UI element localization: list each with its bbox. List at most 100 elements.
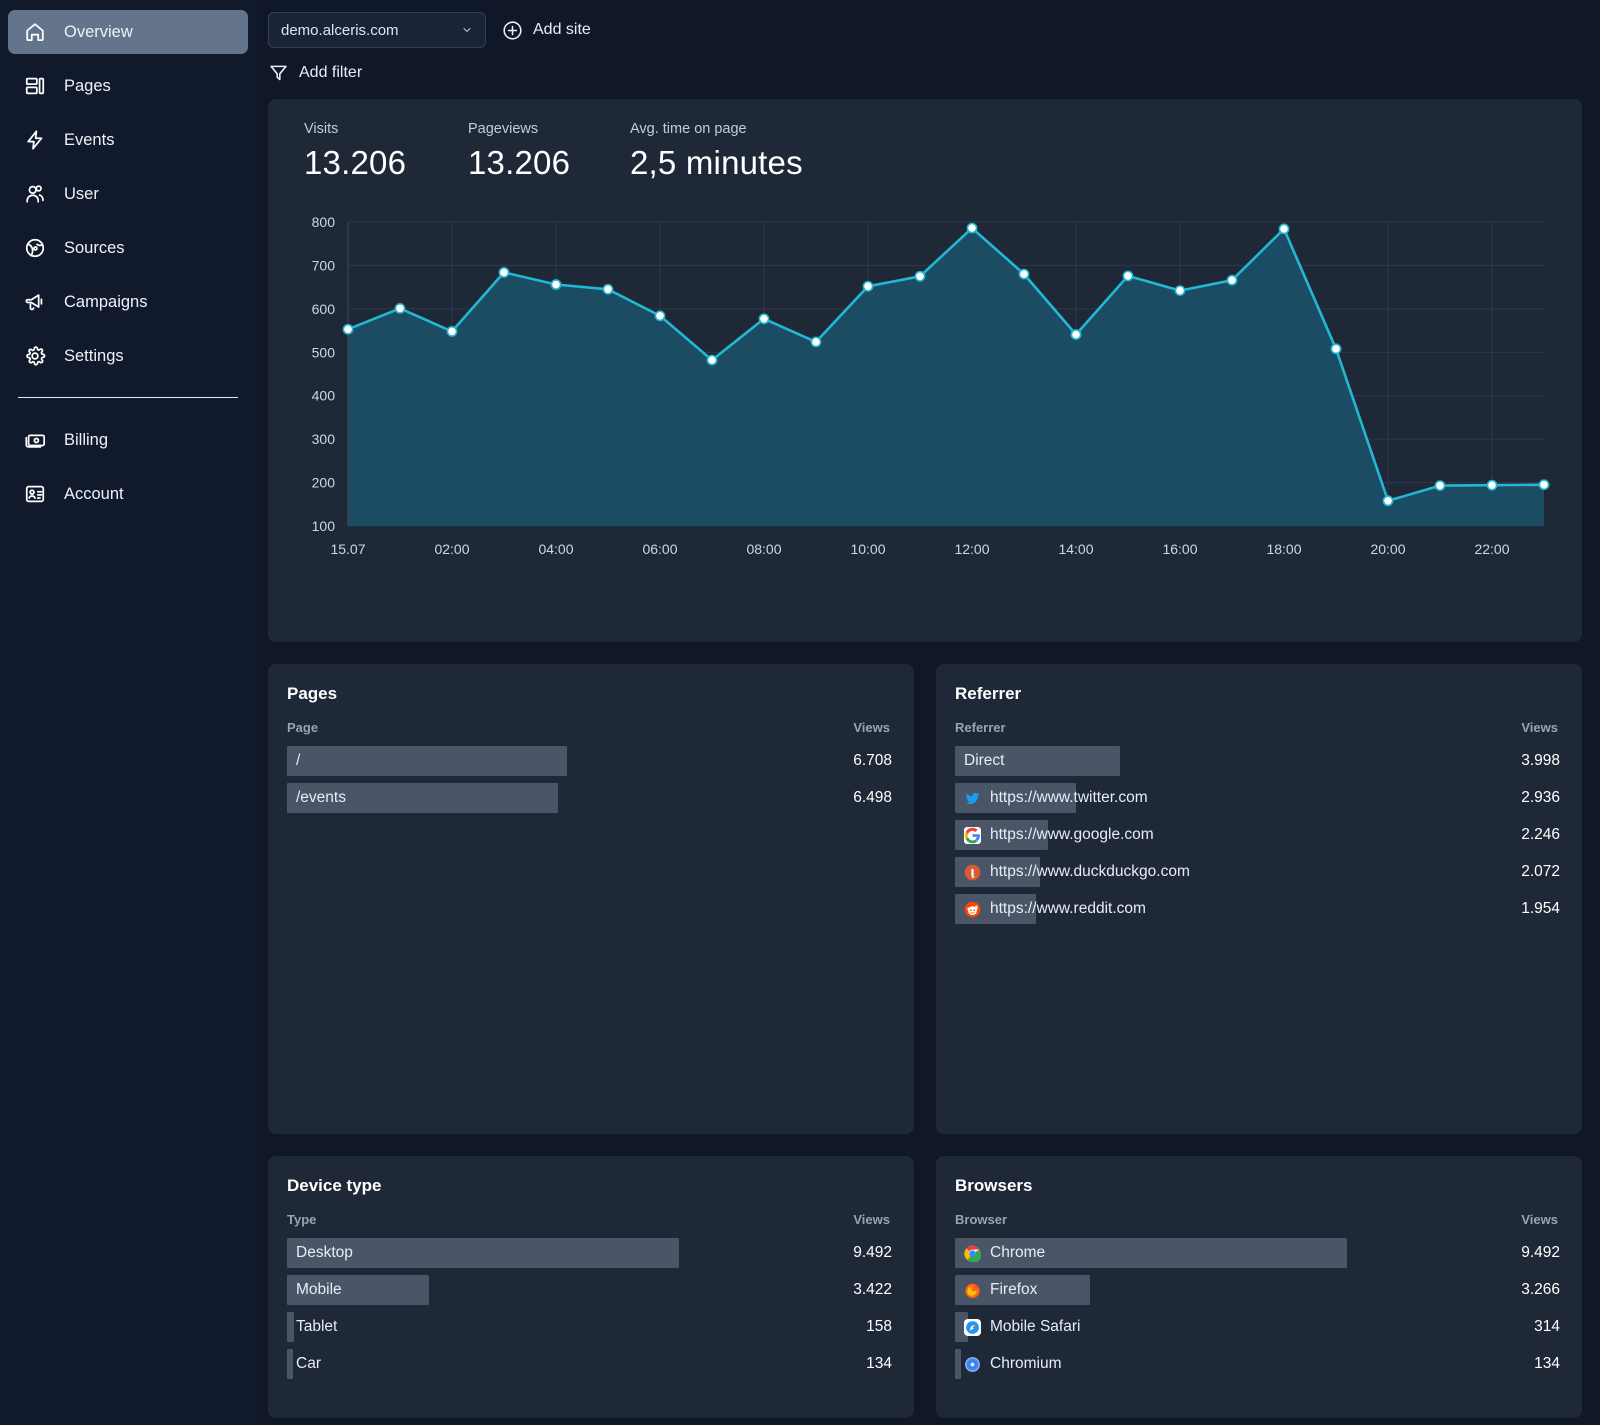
list-item[interactable]: https://www.duckduckgo.com 2.072 xyxy=(955,857,1560,887)
referrer-panel-title: Referrer xyxy=(955,684,1022,703)
add-site-button[interactable]: Add site xyxy=(502,20,591,41)
referrer-panel: Referrer Referrer Views Direct 3.998 htt… xyxy=(936,664,1582,1134)
safari-icon xyxy=(964,1318,981,1336)
svg-text:500: 500 xyxy=(312,344,336,360)
chrome-icon xyxy=(964,1245,981,1262)
list-item-value: 9.492 xyxy=(853,1244,892,1261)
device-panel: Device type Type Views Desktop 9.492 Mob… xyxy=(268,1156,914,1418)
browsers-column-header: Browser Views xyxy=(955,1212,1560,1227)
list-item[interactable]: https://www.reddit.com 1.954 xyxy=(955,894,1560,924)
add-filter-button[interactable]: Add filter xyxy=(268,62,1582,83)
add-filter-label: Add filter xyxy=(299,63,363,81)
svg-text:700: 700 xyxy=(312,257,336,273)
firefox-icon xyxy=(964,1282,981,1299)
pages-column-header: Page Views xyxy=(287,720,892,735)
stat-value: 2,5 minutes xyxy=(630,144,803,181)
list-item[interactable]: https://www.twitter.com 2.936 xyxy=(955,783,1560,813)
visits-chart: 100 200 300 400 500 600 700 800 15.07 02:00 04:00 0… xyxy=(286,208,1558,568)
stat-value: 13.206 xyxy=(468,144,571,181)
list-item[interactable]: Direct 3.998 xyxy=(955,746,1560,776)
list-item-label: Desktop xyxy=(296,1244,353,1261)
list-item[interactable]: /events 6.498 xyxy=(287,783,892,813)
list-item-value: 2.936 xyxy=(1521,789,1560,806)
stats-row: Visits 13.206 Pageviews 13.206 Avg. time… xyxy=(286,121,1558,182)
list-item[interactable]: Mobile 3.422 xyxy=(287,1275,892,1305)
browsers-panel: Browsers Browser Views Chrome 9.492 Fire… xyxy=(936,1156,1582,1418)
svg-text:10:00: 10:00 xyxy=(850,541,885,557)
svg-text:300: 300 xyxy=(312,431,336,447)
sidebar-item-account[interactable]: Account xyxy=(8,472,248,516)
globe-icon xyxy=(24,237,46,259)
site-selector[interactable]: demo.alceris.com xyxy=(268,12,486,48)
svg-text:02:00: 02:00 xyxy=(434,541,469,557)
sidebar-item-label: User xyxy=(64,184,99,203)
svg-text:20:00: 20:00 xyxy=(1370,541,1405,557)
list-item[interactable]: Firefox 3.266 xyxy=(955,1275,1560,1305)
sidebar-item-billing[interactable]: Billing xyxy=(8,418,248,462)
sidebar-item-user[interactable]: User xyxy=(8,172,248,216)
svg-text:200: 200 xyxy=(312,475,336,491)
list-item-value: 158 xyxy=(866,1318,892,1335)
sidebar-item-pages[interactable]: Pages xyxy=(8,64,248,108)
device-col-value: Views xyxy=(853,1212,890,1227)
sidebar-item-sources[interactable]: Sources xyxy=(8,226,248,270)
referrer-col-name: Referrer xyxy=(955,720,1006,735)
reddit-icon xyxy=(964,901,981,918)
panels-row-device-browsers: Device type Type Views Desktop 9.492 Mob… xyxy=(268,1156,1582,1418)
list-item-label: Tablet xyxy=(296,1318,338,1335)
list-item[interactable]: Tablet 158 xyxy=(287,1312,892,1342)
list-item[interactable]: Chromium 134 xyxy=(955,1349,1560,1379)
sidebar-item-campaigns[interactable]: Campaigns xyxy=(8,280,248,324)
list-item-label: Mobile Safari xyxy=(955,1318,1080,1336)
list-item[interactable]: Mobile Safari 314 xyxy=(955,1312,1560,1342)
list-item-value: 6.498 xyxy=(853,789,892,806)
list-item[interactable]: / 6.708 xyxy=(287,746,892,776)
list-item[interactable]: https://www.google.com 2.246 xyxy=(955,820,1560,850)
svg-text:100: 100 xyxy=(312,518,336,534)
twitter-icon xyxy=(964,790,981,807)
google-icon xyxy=(964,826,981,844)
list-item-label: Chrome xyxy=(955,1244,1045,1262)
stat-label: Avg. time on page xyxy=(630,121,747,137)
sidebar-item-overview[interactable]: Overview xyxy=(8,10,248,54)
list-item-value: 3.266 xyxy=(1521,1281,1560,1298)
sidebar-item-label: Billing xyxy=(64,430,109,449)
list-item[interactable]: Chrome 9.492 xyxy=(955,1238,1560,1268)
banknote-icon xyxy=(24,429,46,451)
list-item-label: / xyxy=(296,752,301,769)
list-item-value: 9.492 xyxy=(1521,1244,1560,1261)
list-item-value: 1.954 xyxy=(1521,900,1560,917)
stat-avg-time-on-page: Avg. time on page 2,5 minutes xyxy=(630,121,803,182)
svg-text:06:00: 06:00 xyxy=(642,541,677,557)
stat-visits: Visits 13.206 xyxy=(304,121,468,182)
list-item-value: 134 xyxy=(1534,1355,1560,1372)
list-item-label: Chromium xyxy=(955,1355,1061,1373)
list-item-value: 2.246 xyxy=(1521,826,1560,843)
svg-text:18:00: 18:00 xyxy=(1266,541,1301,557)
list-item[interactable]: Desktop 9.492 xyxy=(287,1238,892,1268)
sidebar-item-label: Pages xyxy=(64,76,111,95)
sidebar-item-events[interactable]: Events xyxy=(8,118,248,162)
svg-text:15.07: 15.07 xyxy=(330,541,365,557)
sidebar-item-settings[interactable]: Settings xyxy=(8,334,248,378)
device-panel-title: Device type xyxy=(287,1176,382,1195)
svg-text:16:00: 16:00 xyxy=(1162,541,1197,557)
list-item-label: https://www.duckduckgo.com xyxy=(955,863,1190,881)
list-item-label: Direct xyxy=(964,752,1005,769)
list-item-label: https://www.twitter.com xyxy=(955,789,1148,807)
topbar: demo.alceris.com Add site xyxy=(268,0,1582,48)
stat-value: 13.206 xyxy=(304,144,407,181)
pages-col-value: Views xyxy=(853,720,890,735)
list-item[interactable]: Car 134 xyxy=(287,1349,892,1379)
list-item-label: /events xyxy=(296,789,346,806)
filter-icon xyxy=(270,65,287,81)
stat-pageviews: Pageviews 13.206 xyxy=(468,121,630,182)
svg-text:08:00: 08:00 xyxy=(746,541,781,557)
panels-row-pages-referrer: Pages Page Views / 6.708 /events 6.498 R… xyxy=(268,664,1582,1134)
referrer-col-value: Views xyxy=(1521,720,1558,735)
device-col-name: Type xyxy=(287,1212,317,1227)
app-root: Overview Pages Events User Sources Campa… xyxy=(0,0,1600,1425)
pages-panel: Pages Page Views / 6.708 /events 6.498 xyxy=(268,664,914,1134)
bolt-icon xyxy=(24,129,46,151)
list-item-value: 6.708 xyxy=(853,752,892,769)
